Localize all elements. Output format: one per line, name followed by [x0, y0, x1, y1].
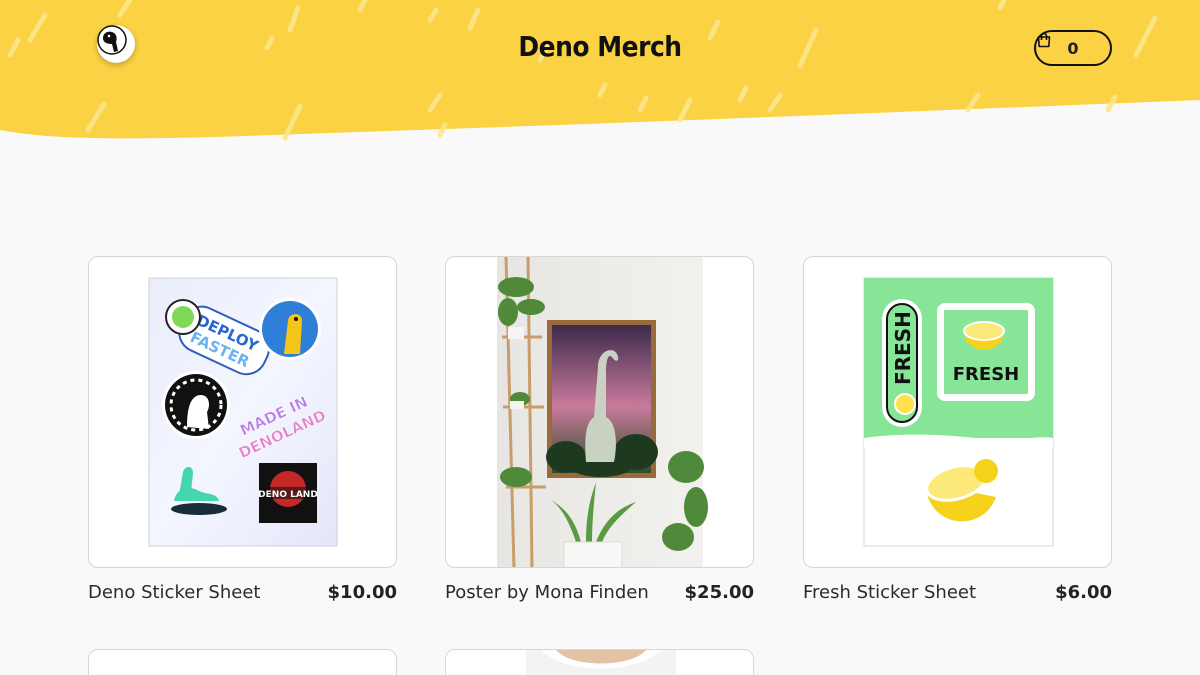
fresh-sticker-sheet-image: FRESH FRESH [863, 277, 1054, 547]
product-image-frame: FRESH FRESH [803, 256, 1112, 568]
svg-text:FRESH: FRESH [953, 364, 1019, 385]
product-card-deno-sticker-sheet[interactable]: DEPLOY FASTER MADE IN DENOLAND DENO LAND… [88, 256, 397, 603]
product-card-poster[interactable]: Poster by Mona Finden $25.00 [445, 256, 754, 603]
product-card-next-row-2[interactable] [445, 649, 754, 675]
tshirt-image [526, 650, 676, 675]
product-card-next-row-1[interactable] [88, 649, 397, 675]
product-card-fresh-sticker-sheet[interactable]: FRESH FRESH Fresh Sticker Sheet $6.00 [803, 256, 1112, 603]
svg-text:DENO LAND: DENO LAND [258, 490, 318, 500]
product-image-frame [445, 649, 754, 675]
product-price: $25.00 [684, 582, 754, 603]
site-header: Deno Merch 0 [0, 0, 1200, 150]
product-image-frame [88, 649, 397, 675]
product-price: $10.00 [327, 582, 397, 603]
deno-sticker-sheet-image: DEPLOY FASTER MADE IN DENOLAND DENO LAND [148, 277, 338, 547]
header-background [0, 0, 1200, 141]
shopping-bag-icon [1037, 32, 1051, 48]
product-price: $6.00 [1055, 582, 1112, 603]
cart-button[interactable]: 0 [1034, 30, 1112, 66]
dinosaur-poster-image [497, 257, 708, 567]
cart-count: 0 [1067, 38, 1079, 58]
product-name: Poster by Mona Finden [445, 582, 649, 603]
site-title: Deno Merch [518, 30, 682, 63]
product-name: Fresh Sticker Sheet [803, 582, 977, 603]
product-name: Deno Sticker Sheet [88, 582, 261, 603]
product-image-frame [445, 256, 754, 568]
product-image-frame: DEPLOY FASTER MADE IN DENOLAND DENO LAND [88, 256, 397, 568]
svg-text:FRESH: FRESH [891, 311, 915, 385]
